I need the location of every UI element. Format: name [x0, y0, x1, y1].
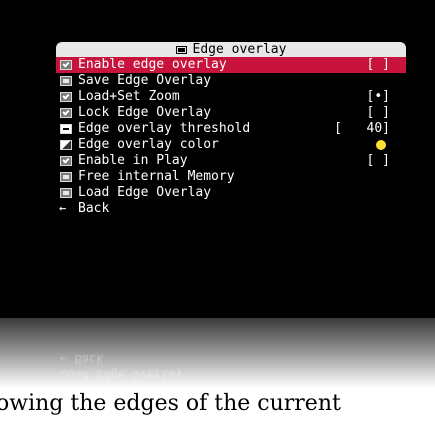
- menu-item-enable-edge-overlay[interactable]: Enable edge overlay [ ]: [56, 57, 406, 73]
- menu-items: Enable edge overlay [ ] Save Edge Overla…: [56, 57, 406, 217]
- menu-item-label: Save Edge Overlay: [78, 73, 212, 88]
- menu-item-label: Enable edge overlay: [78, 57, 227, 72]
- menu-title-bar: Edge overlay: [56, 42, 406, 57]
- menu-title-icon: [175, 45, 187, 54]
- menu-item-load-set-zoom[interactable]: Load+Set Zoom [•]: [56, 89, 406, 105]
- menu-item-label: Load Edge Overlay: [78, 185, 212, 200]
- menu-item-label: Lock Edge Overlay: [78, 105, 212, 120]
- screen-reflection: ← Back Load Edge Overlay: [0, 318, 435, 388]
- memory-card-icon: [60, 76, 72, 86]
- checkbox-icon: [60, 108, 72, 118]
- menu-title: Edge overlay: [192, 42, 287, 57]
- menu-item-label: Load+Set Zoom: [78, 89, 180, 104]
- menu-item-free-internal-memory[interactable]: Free internal Memory: [56, 169, 406, 185]
- toggle-value[interactable]: [ ]: [367, 153, 390, 169]
- color-swatch[interactable]: [376, 140, 386, 150]
- menu-item-load-edge-overlay[interactable]: Load Edge Overlay: [56, 185, 406, 201]
- menu-item-edge-overlay-threshold[interactable]: Edge overlay threshold [ 40]: [56, 121, 406, 137]
- checkbox-icon: [60, 60, 72, 70]
- reflection-text: Load Edge Overlay: [60, 368, 183, 382]
- menu-item-label: Edge overlay threshold: [78, 121, 251, 136]
- toggle-value[interactable]: [ ]: [367, 105, 390, 121]
- menu-item-lock-edge-overlay[interactable]: Lock Edge Overlay [ ]: [56, 105, 406, 121]
- threshold-bracket: [: [334, 121, 342, 136]
- menu-item-save-edge-overlay[interactable]: Save Edge Overlay: [56, 73, 406, 89]
- memory-card-icon: [60, 188, 72, 198]
- caption-text: owing the edges of the current: [0, 391, 341, 416]
- toggle-value[interactable]: [ ]: [367, 57, 390, 73]
- menu-item-edge-overlay-color[interactable]: Edge overlay color: [56, 137, 406, 153]
- menu-item-label: Free internal Memory: [78, 169, 235, 184]
- checkbox-icon: [60, 92, 72, 102]
- slider-icon: [60, 124, 72, 134]
- threshold-value[interactable]: 40]: [367, 121, 390, 137]
- back-arrow-icon: [59, 200, 72, 216]
- menu-item-back[interactable]: Back: [56, 200, 406, 217]
- reflection-text: ← Back: [60, 352, 104, 366]
- color-icon: [60, 140, 72, 150]
- menu-item-label: Enable in Play: [78, 153, 188, 168]
- menu-item-enable-in-play[interactable]: Enable in Play [ ]: [56, 153, 406, 169]
- menu-item-label: Edge overlay color: [78, 137, 219, 152]
- edge-overlay-menu: Edge overlay Enable edge overlay [ ] Sav…: [56, 42, 406, 217]
- camera-screen: Edge overlay Enable edge overlay [ ] Sav…: [0, 0, 435, 318]
- memory-card-icon: [60, 172, 72, 182]
- checkbox-icon: [60, 156, 72, 166]
- menu-item-label: Back: [78, 201, 110, 216]
- toggle-value[interactable]: [•]: [367, 89, 390, 105]
